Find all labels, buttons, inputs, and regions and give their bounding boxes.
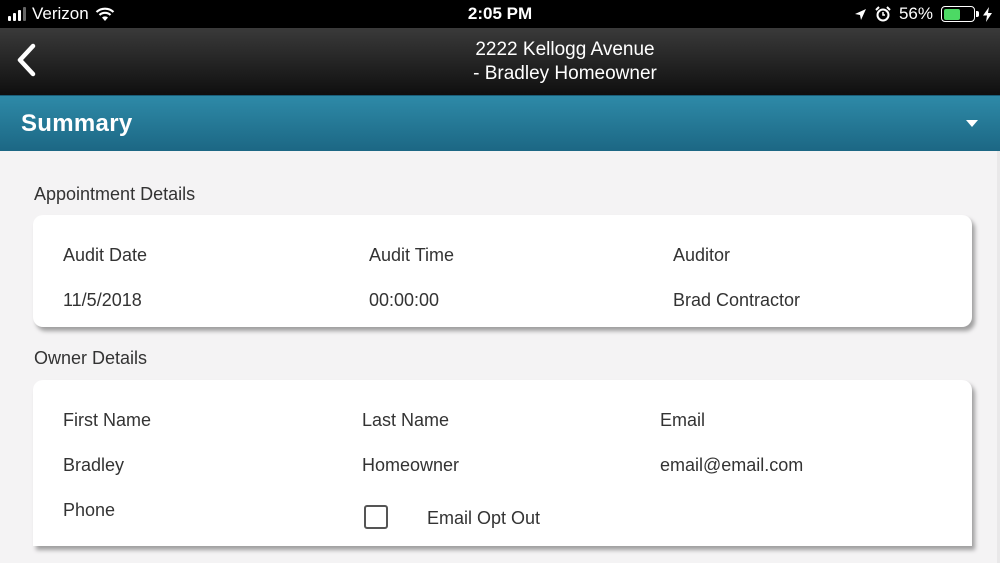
nav-header: 2222 Kellogg Avenue - Bradley Homeowner	[0, 28, 1000, 95]
last-name-label: Last Name	[362, 410, 450, 430]
auditor-value: Brad Contractor	[673, 290, 801, 310]
battery-percent: 56%	[898, 4, 933, 23]
status-right: 56%	[854, 4, 992, 24]
first-name-label: First Name	[63, 410, 152, 430]
battery-fill	[943, 8, 960, 20]
email-label: Email	[660, 410, 706, 430]
appointment-details-card: Audit Date 11/5/2018 Audit Time 00:00:00…	[33, 215, 972, 327]
battery-icon	[941, 6, 979, 22]
audit-date-value: 11/5/2018	[63, 290, 142, 310]
audit-time-value: 00:00:00	[369, 290, 440, 310]
first-name-value: Bradley	[63, 455, 125, 475]
summary-section-header[interactable]: Summary	[0, 95, 1000, 151]
appointment-details-heading: Appointment Details	[34, 184, 196, 204]
email-opt-out-label[interactable]: Email Opt Out	[427, 508, 540, 529]
alarm-clock-icon	[875, 6, 891, 22]
phone-label: Phone	[63, 500, 116, 520]
last-name-value: Homeowner	[362, 455, 460, 475]
owner-details-card: First Name Bradley Last Name Homeowner E…	[33, 380, 972, 546]
audit-time-label: Audit Time	[369, 245, 455, 265]
charging-bolt-icon	[983, 6, 992, 22]
email-opt-out-checkbox[interactable]	[364, 505, 388, 529]
owner-details-heading: Owner Details	[34, 348, 148, 368]
page-title: 2222 Kellogg Avenue - Bradley Homeowner	[0, 38, 1000, 86]
email-value: email@email.com	[660, 455, 804, 475]
page-title-line1: 2222 Kellogg Avenue	[475, 39, 655, 60]
auditor-label: Auditor	[673, 245, 731, 265]
location-arrow-icon	[854, 8, 866, 20]
status-bar: Verizon 2:05 PM 56%	[0, 0, 1000, 28]
summary-title: Summary	[21, 110, 133, 137]
caret-down-icon[interactable]	[966, 120, 978, 127]
status-time: 2:05 PM	[467, 4, 533, 23]
audit-date-label: Audit Date	[63, 245, 148, 265]
page-title-line2: - Bradley Homeowner	[473, 63, 657, 84]
